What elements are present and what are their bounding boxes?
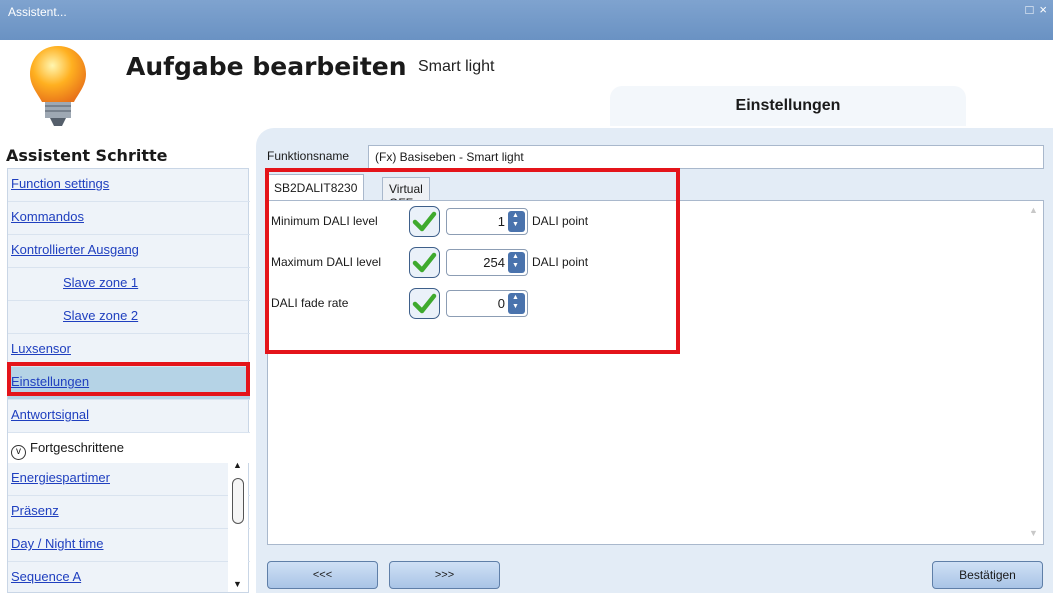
sidebar-item-praesenz[interactable]: Präsenz — [8, 496, 250, 529]
function-name-label: Funktionsname — [267, 149, 350, 163]
sidebar-item-day-night-time[interactable]: Day / Night time — [8, 529, 250, 562]
sidebar-scrollbar[interactable]: ▲ ▼ — [228, 457, 248, 592]
scrollbar-thumb[interactable] — [232, 478, 244, 524]
advanced-section-toggle[interactable]: v Fortgeschrittene — [8, 433, 250, 463]
sidebar-item-energiespartimer[interactable]: Energiespartimer — [8, 463, 250, 496]
tab-einstellungen[interactable]: Einstellungen — [610, 86, 966, 126]
scroll-down-icon[interactable]: ▼ — [233, 579, 242, 589]
chevron-down-icon[interactable]: v — [11, 445, 26, 460]
close-icon[interactable]: × — [1039, 2, 1047, 17]
sidebar-item-kommandos[interactable]: Kommandos — [8, 202, 250, 235]
highlight-box-sidebar — [7, 362, 250, 396]
sidebar-item-slave-zone-2[interactable]: Slave zone 2 — [8, 301, 250, 334]
content-scrollbar[interactable]: ▲ ▼ — [1024, 201, 1043, 544]
sidebar-item-function-settings[interactable]: Function settings — [8, 169, 250, 202]
scroll-up-icon[interactable]: ▲ — [233, 460, 242, 470]
confirm-button[interactable]: Bestätigen — [932, 561, 1043, 589]
sidebar-item-label[interactable]: Präsenz — [11, 503, 59, 518]
lightbulb-icon — [30, 46, 86, 126]
sidebar-item-label[interactable]: Day / Night time — [11, 536, 103, 551]
sidebar-item-label[interactable]: Luxsensor — [11, 341, 71, 356]
highlight-box-settings — [265, 168, 680, 354]
sidebar-item-slave-zone-1[interactable]: Slave zone 1 — [8, 268, 250, 301]
sidebar-item-label[interactable]: Antwortsignal — [11, 407, 89, 422]
function-name-input[interactable]: (Fx) Basiseben - Smart light — [368, 145, 1044, 169]
sidebar-item-label[interactable]: Kommandos — [11, 209, 84, 224]
sidebar-item-sequence-a[interactable]: Sequence A — [8, 562, 250, 593]
scroll-down-icon[interactable]: ▼ — [1029, 528, 1038, 538]
sidebar-item-label[interactable]: Slave zone 1 — [63, 275, 138, 290]
sidebar-item-label[interactable]: Slave zone 2 — [63, 308, 138, 323]
sidebar-item-kontrollierter-ausgang[interactable]: Kontrollierter Ausgang — [8, 235, 250, 268]
title-bar: Assistent... □ × — [0, 0, 1053, 40]
sidebar-item-label[interactable]: Kontrollierter Ausgang — [11, 242, 139, 257]
next-button[interactable]: >>> — [389, 561, 500, 589]
window-title: Assistent... — [8, 5, 67, 19]
advanced-section-label: Fortgeschrittene — [30, 440, 124, 455]
maximize-icon[interactable]: □ — [1026, 2, 1034, 17]
scroll-up-icon[interactable]: ▲ — [1029, 205, 1038, 215]
sidebar-item-label[interactable]: Energiespartimer — [11, 470, 110, 485]
sidebar-item-antwortsignal[interactable]: Antwortsignal — [8, 400, 250, 433]
sidebar-heading: Assistent Schritte — [6, 146, 168, 165]
previous-button[interactable]: <<< — [267, 561, 378, 589]
sidebar-item-label[interactable]: Function settings — [11, 176, 109, 191]
page-title: Aufgabe bearbeiten — [126, 52, 407, 81]
page-subtitle: Smart light — [418, 58, 495, 75]
sidebar-item-label[interactable]: Sequence A — [11, 569, 81, 584]
